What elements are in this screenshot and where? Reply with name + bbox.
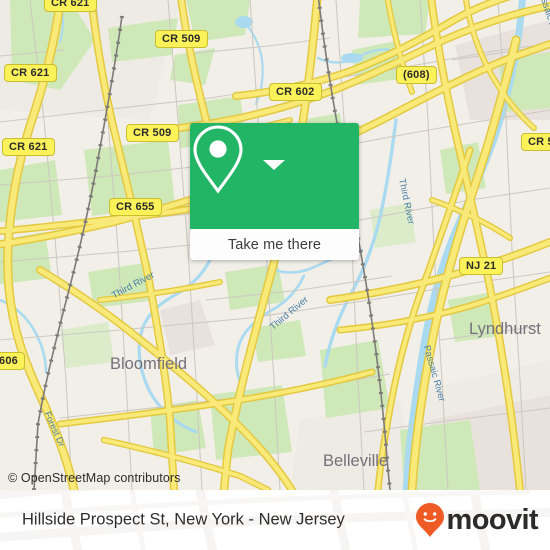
popup-header xyxy=(190,123,359,229)
location-title: Hillside Prospect St, New York - New Jer… xyxy=(22,510,345,529)
map-screenshot: Bloomfield Belleville Lyndhurst Third Ri… xyxy=(0,0,550,550)
place-label-lyndhurst: Lyndhurst xyxy=(469,320,541,338)
moovit-pin-smiley-icon xyxy=(415,503,444,537)
map-pin-icon xyxy=(193,125,243,194)
shield-cr-621-lower[interactable]: CR 621 xyxy=(2,138,55,156)
footer-bar: Hillside Prospect St, New York - New Jer… xyxy=(0,490,550,550)
moovit-wordmark: moovit xyxy=(446,503,539,536)
popup-action[interactable]: Take me there xyxy=(190,229,359,260)
moovit-logo[interactable]: moovit xyxy=(415,502,539,538)
shield-cr-5-right[interactable]: CR 5 xyxy=(521,133,550,151)
osm-attribution: © OpenStreetMap contributors xyxy=(8,471,181,485)
shield-cr-621-mid[interactable]: CR 621 xyxy=(4,64,57,82)
shield-nj-21[interactable]: NJ 21 xyxy=(459,257,504,275)
shield-cr-655[interactable]: CR 655 xyxy=(109,198,162,216)
shield-cr-621-top[interactable]: CR 621 xyxy=(44,0,97,12)
popup-pointer xyxy=(263,160,285,170)
shield-cr-509-top[interactable]: CR 509 xyxy=(155,30,208,48)
map-popup[interactable]: Take me there xyxy=(190,123,359,260)
place-label-bloomfield: Bloomfield xyxy=(110,355,188,373)
take-me-there-label: Take me there xyxy=(227,236,322,253)
shield-cr-509-mid[interactable]: CR 509 xyxy=(126,124,179,142)
map-canvas[interactable]: Bloomfield Belleville Lyndhurst Third Ri… xyxy=(0,0,550,490)
place-label-belleville: Belleville xyxy=(323,452,389,470)
shield-cr-602[interactable]: CR 602 xyxy=(269,83,322,101)
shield-606[interactable]: 606 xyxy=(0,352,25,370)
shield-608[interactable]: (608) xyxy=(396,66,437,84)
